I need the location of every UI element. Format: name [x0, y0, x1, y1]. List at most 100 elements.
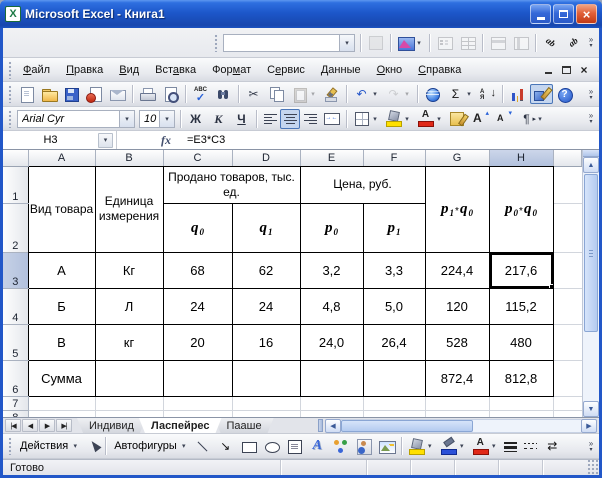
workbook-restore-button[interactable] [557, 62, 575, 77]
horizontal-scroll-thumb[interactable] [341, 420, 473, 432]
column-header-A[interactable]: A [28, 150, 95, 166]
previous-sheet-button[interactable]: ◀ [22, 419, 38, 432]
row-header-3[interactable]: 3 [3, 252, 28, 288]
formula-input[interactable]: =E3*C3 [187, 134, 225, 146]
cell-I2[interactable] [553, 203, 582, 252]
cell-E7[interactable] [300, 396, 363, 410]
name-box[interactable]: H3 [3, 131, 98, 149]
open-button[interactable] [38, 84, 60, 104]
cell-A6[interactable]: Сумма [28, 360, 95, 396]
cell-H4[interactable]: 115,2 [489, 288, 553, 324]
sheet-tab-individ[interactable]: Индивид [77, 418, 146, 433]
borders-button[interactable]: ▾ [350, 109, 382, 129]
menu-format[interactable]: Формат [204, 60, 259, 80]
format-cells-button[interactable] [446, 109, 469, 129]
paste-button[interactable]: ▾ [288, 84, 320, 104]
cell-D3[interactable]: 62 [232, 252, 300, 288]
cell-D5[interactable]: 16 [232, 324, 300, 360]
column-header-F[interactable]: F [363, 150, 425, 166]
toolbar-grip[interactable] [8, 110, 12, 128]
cell-A7[interactable] [28, 396, 95, 410]
toolbar-grip[interactable] [8, 61, 12, 79]
menu-file[interactable]: Файл [15, 60, 58, 80]
cell-C4[interactable]: 24 [163, 288, 232, 324]
diagram-button[interactable] [329, 436, 352, 456]
drawing-toolbar-options-button[interactable]: »▾ [585, 435, 597, 457]
chart-objects-combo[interactable]: ▾ [223, 34, 355, 52]
toolbar-grip[interactable] [214, 34, 218, 52]
split-handle[interactable] [583, 150, 599, 157]
cell-C1[interactable]: Продано товаров, тыс. ед. [163, 166, 300, 203]
menu-window[interactable]: Окно [369, 60, 411, 80]
cell-B8[interactable] [95, 410, 163, 417]
research-button[interactable] [212, 84, 235, 104]
row-header-8[interactable]: 8 [3, 410, 28, 417]
cell-B7[interactable] [95, 396, 163, 410]
cell-F5[interactable]: 26,4 [363, 324, 425, 360]
column-header-D[interactable]: D [232, 150, 300, 166]
legend-button[interactable] [433, 33, 456, 53]
cell-F8[interactable] [363, 410, 425, 417]
cell-A5[interactable]: В [28, 324, 95, 360]
save-button[interactable] [60, 84, 83, 104]
cell-F4[interactable]: 5,0 [363, 288, 425, 324]
cell-C5[interactable]: 20 [163, 324, 232, 360]
merge-center-button[interactable] [320, 109, 343, 129]
cell-B1[interactable]: Единица измерения [95, 166, 163, 252]
cut-button[interactable]: ✂ [242, 84, 265, 104]
toolbar-grip[interactable] [8, 437, 12, 455]
underline-button[interactable]: Ч [230, 109, 253, 129]
oval-button[interactable] [260, 436, 283, 456]
cell-H6[interactable]: 812,8 [489, 360, 553, 396]
sort-ascending-button[interactable] [476, 84, 499, 104]
redo-button[interactable]: ↷▾ [382, 84, 414, 104]
vertical-scroll-thumb[interactable] [584, 174, 598, 332]
select-all-corner[interactable] [3, 150, 28, 166]
cell-F7[interactable] [363, 396, 425, 410]
cell-D7[interactable] [232, 396, 300, 410]
sheet-tab-laspeyres[interactable]: Ласпейрес [139, 418, 222, 433]
cell-C8[interactable] [163, 410, 232, 417]
by-row-button[interactable] [486, 33, 509, 53]
format-selection-button[interactable] [364, 33, 387, 53]
row-header-7[interactable]: 7 [3, 396, 28, 410]
arrow-button[interactable]: ↘ [214, 436, 237, 456]
resize-grip[interactable] [586, 460, 599, 475]
font-size-combo-dropdown-icon[interactable]: ▾ [159, 111, 174, 127]
column-header-G[interactable]: G [425, 150, 489, 166]
cell-F6[interactable] [363, 360, 425, 396]
line-style-button[interactable] [501, 436, 521, 456]
cell-G1[interactable]: p1*q0 [425, 166, 489, 252]
menu-edit[interactable]: Правка [58, 60, 111, 80]
chart-type-button[interactable]: ▾ [394, 33, 426, 53]
cell-H1[interactable]: p0*q0 [489, 166, 553, 252]
font-color-button[interactable]: ▾ [414, 109, 446, 129]
draw-actions-menu[interactable]: Действия▾ [15, 436, 82, 456]
help-button[interactable] [553, 84, 576, 104]
font-size-combo[interactable]: 10▾ [139, 110, 175, 128]
cell-B6[interactable] [95, 360, 163, 396]
chart-wizard-button[interactable] [506, 84, 530, 104]
row-header-6[interactable]: 6 [3, 360, 28, 396]
minimize-button[interactable] [530, 4, 551, 24]
workbook-minimize-button[interactable] [539, 62, 557, 77]
align-center-button[interactable] [280, 109, 300, 129]
horizontal-scroll-track[interactable] [341, 419, 581, 433]
next-sheet-button[interactable]: ▶ [39, 419, 55, 432]
chart-objects-combo-dropdown-icon[interactable]: ▾ [339, 35, 354, 51]
clipart-button[interactable] [352, 436, 375, 456]
cell-I7[interactable] [553, 396, 582, 410]
spelling-button[interactable] [189, 84, 212, 104]
first-sheet-button[interactable]: |◀ [5, 419, 21, 432]
insert-function-button[interactable]: fx [155, 134, 177, 146]
wordart-button[interactable]: A [306, 436, 329, 456]
scroll-left-button[interactable]: ◀ [325, 419, 341, 433]
cell-G4[interactable]: 120 [425, 288, 489, 324]
textbox-button[interactable] [283, 436, 306, 456]
row-header-5[interactable]: 5 [3, 324, 28, 360]
cell-A8[interactable] [28, 410, 95, 417]
cell-D2[interactable]: q1 [232, 203, 300, 252]
column-header-H[interactable]: H [489, 150, 553, 166]
tab-split-handle[interactable] [318, 419, 323, 432]
align-left-button[interactable] [260, 109, 280, 129]
